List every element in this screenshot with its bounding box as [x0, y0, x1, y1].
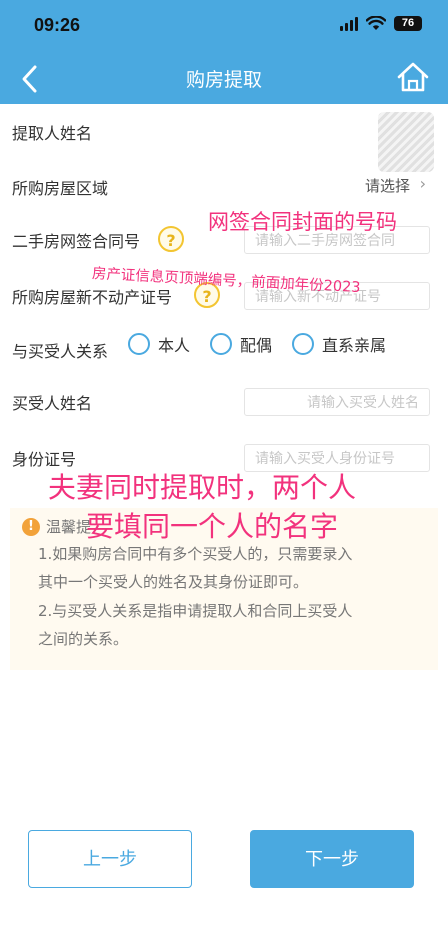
- relation-option-family[interactable]: 直系亲属: [292, 332, 386, 356]
- signal-icon: [340, 16, 358, 31]
- relation-radio-group: 本人 配偶 直系亲属: [128, 332, 386, 356]
- row-region[interactable]: 所购房屋区域 请选择 ›: [0, 160, 448, 210]
- relation-option-label: 配偶: [240, 336, 273, 355]
- relation-option-spouse[interactable]: 配偶: [210, 332, 272, 356]
- property-cert-label: 所购房屋新不动产证号: [12, 288, 173, 307]
- radio-circle-icon[interactable]: [292, 333, 315, 355]
- annotation-couple-line2: 要填同一个人的名字: [86, 510, 339, 543]
- contract-help-icon[interactable]: ?: [158, 226, 184, 252]
- relation-option-label: 本人: [158, 336, 191, 355]
- battery-icon: 76: [394, 16, 422, 31]
- tips-line: 其中一个买受人的姓名及其身份证即可。: [38, 573, 309, 591]
- nav-bar: 购房提取: [0, 52, 448, 104]
- tips-line: 1.如果购房合同中有多个买受人的，只需要录入: [38, 545, 353, 563]
- relation-option-self[interactable]: 本人: [128, 332, 190, 356]
- wifi-icon: [366, 16, 386, 30]
- home-icon[interactable]: [396, 60, 430, 94]
- tips-line: 之间的关系。: [38, 630, 129, 648]
- info-icon: !: [22, 518, 40, 536]
- chevron-right-icon: ›: [419, 174, 426, 193]
- page-title: 购房提取: [185, 69, 262, 91]
- region-label: 所购房屋区域: [12, 179, 109, 198]
- tips-title: 温馨提: [46, 518, 92, 536]
- region-select-value[interactable]: 请选择: [365, 175, 410, 196]
- relation-label: 与买受人关系: [12, 342, 109, 361]
- row-buyer-name: 买受人姓名 请输入买受人姓名: [0, 384, 448, 424]
- status-icons: 76: [340, 16, 422, 31]
- status-bar: 09:26 76: [0, 0, 448, 52]
- applicant-name-label: 提取人姓名: [12, 124, 93, 143]
- buyer-name-label: 买受人姓名: [12, 394, 93, 413]
- annotation-couple-line1: 夫妻同时提取时，两个人: [48, 471, 357, 504]
- prev-step-button[interactable]: 上一步: [28, 830, 192, 888]
- buyer-name-input[interactable]: 请输入买受人姓名: [244, 388, 430, 416]
- tips-line: 2.与买受人关系是指申请提取人和合同上买受人: [38, 602, 353, 620]
- next-step-button[interactable]: 下一步: [250, 830, 414, 888]
- status-time: 09:26: [34, 15, 81, 35]
- row-relation: 与买受人关系 本人 配偶 直系亲属: [0, 332, 448, 366]
- relation-option-label: 直系亲属: [322, 336, 387, 355]
- contract-number-label: 二手房网签合同号: [12, 232, 141, 251]
- radio-circle-icon[interactable]: [210, 333, 233, 355]
- annotation-contract: 网签合同封面的号码: [208, 210, 397, 234]
- radio-circle-icon[interactable]: [128, 333, 150, 355]
